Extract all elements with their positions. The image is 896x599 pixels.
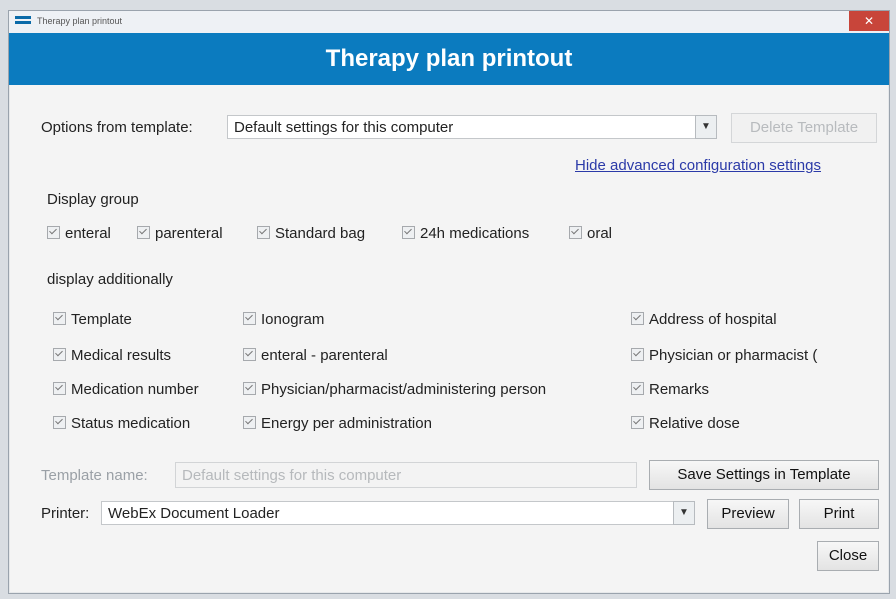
checkbox-label: 24h medications bbox=[420, 225, 530, 242]
save-settings-button[interactable]: Save Settings in Template bbox=[649, 460, 879, 490]
checkbox-label: Address of hospital bbox=[649, 311, 777, 328]
checkmark-icon bbox=[631, 312, 644, 325]
checkmark-icon bbox=[631, 416, 644, 429]
window-close-button[interactable]: ✕ bbox=[849, 11, 889, 31]
checkbox-label: Ionogram bbox=[261, 311, 325, 328]
checkbox-label: Energy per administration bbox=[261, 415, 432, 432]
dialog-header: Therapy plan printout bbox=[9, 33, 889, 85]
display-additionally-label: display additionally bbox=[47, 271, 173, 288]
checkbox-label: oral bbox=[587, 225, 613, 242]
checkbox-parenteral[interactable]: parenteral bbox=[137, 225, 223, 242]
checkbox-label: Remarks bbox=[649, 381, 710, 398]
chevron-down-icon[interactable]: ▼ bbox=[673, 501, 695, 525]
window-title: Therapy plan printout bbox=[37, 16, 123, 26]
preview-button[interactable]: Preview bbox=[707, 499, 789, 529]
template-name-value: Default settings for this computer bbox=[182, 467, 402, 484]
template-name-label: Template name: bbox=[41, 467, 148, 484]
print-button[interactable]: Print bbox=[799, 499, 879, 529]
checkbox-address-of-hospital[interactable]: Address of hospital bbox=[631, 311, 777, 328]
checkmark-icon bbox=[53, 312, 66, 325]
checkbox-ionogram[interactable]: Ionogram bbox=[243, 311, 324, 328]
checkbox-label: Physician or pharmacist ( bbox=[649, 347, 818, 364]
checkbox-label: Status medication bbox=[71, 415, 191, 432]
dialog-window: Therapy plan printout ✕ Therapy plan pri… bbox=[8, 10, 890, 594]
checkbox-label: Physician/pharmacist/administering perso… bbox=[261, 381, 547, 398]
checkbox-enteral[interactable]: enteral bbox=[47, 225, 111, 242]
checkmark-icon bbox=[53, 416, 66, 429]
checkmark-icon bbox=[243, 382, 256, 395]
checkmark-icon bbox=[569, 226, 582, 239]
checkmark-icon bbox=[631, 382, 644, 395]
checkbox-physician-or-pharmacist[interactable]: Physician or pharmacist ( bbox=[631, 347, 817, 364]
template-select-value: Default settings for this computer bbox=[234, 119, 454, 136]
template-name-input[interactable]: Default settings for this computer bbox=[175, 462, 637, 488]
template-select[interactable]: Default settings for this computer ▼ bbox=[227, 115, 717, 139]
checkbox-label: enteral - parenteral bbox=[261, 347, 388, 364]
printer-label: Printer: bbox=[41, 505, 90, 522]
checkbox-energy-per-administration[interactable]: Energy per administration bbox=[243, 415, 432, 432]
delete-template-button[interactable]: Delete Template bbox=[731, 113, 877, 143]
checkmark-icon bbox=[402, 226, 415, 239]
checkmark-icon bbox=[243, 348, 256, 361]
checkbox-medication-number[interactable]: Medication number bbox=[53, 381, 199, 398]
checkbox-remarks[interactable]: Remarks bbox=[631, 381, 709, 398]
checkbox-label: Template bbox=[71, 311, 132, 328]
checkmark-icon bbox=[47, 226, 60, 239]
close-button[interactable]: Close bbox=[817, 541, 879, 571]
app-icon bbox=[15, 16, 31, 28]
title-bar: Therapy plan printout ✕ bbox=[9, 11, 889, 34]
display-group-label: Display group bbox=[47, 191, 139, 208]
checkbox-medical-results[interactable]: Medical results bbox=[53, 347, 171, 364]
checkbox-label: parenteral bbox=[155, 225, 223, 242]
checkbox-standard-bag[interactable]: Standard bag bbox=[257, 225, 365, 242]
hide-advanced-link[interactable]: Hide advanced configuration settings bbox=[575, 157, 821, 174]
printer-select[interactable]: WebEx Document Loader ▼ bbox=[101, 501, 695, 525]
checkbox-enteral-parenteral[interactable]: enteral - parenteral bbox=[243, 347, 388, 364]
checkbox-label: Standard bag bbox=[275, 225, 366, 242]
checkbox-24h-medications[interactable]: 24h medications bbox=[402, 225, 529, 242]
printer-select-value: WebEx Document Loader bbox=[108, 505, 280, 522]
checkbox-status-medication[interactable]: Status medication bbox=[53, 415, 190, 432]
checkmark-icon bbox=[53, 382, 66, 395]
checkbox-label: Relative dose bbox=[649, 415, 740, 432]
checkmark-icon bbox=[53, 348, 66, 361]
checkmark-icon bbox=[137, 226, 150, 239]
checkbox-label: Medical results bbox=[71, 347, 172, 364]
checkmark-icon bbox=[243, 416, 256, 429]
checkbox-physician-pharmacist[interactable]: Physician/pharmacist/administering perso… bbox=[243, 381, 546, 398]
chevron-down-icon[interactable]: ▼ bbox=[695, 115, 717, 139]
checkmark-icon bbox=[257, 226, 270, 239]
checkmark-icon bbox=[631, 348, 644, 361]
checkbox-label: enteral bbox=[65, 225, 111, 242]
checkmark-icon bbox=[243, 312, 256, 325]
checkbox-label: Medication number bbox=[71, 381, 199, 398]
checkbox-template[interactable]: Template bbox=[53, 311, 132, 328]
checkbox-relative-dose[interactable]: Relative dose bbox=[631, 415, 740, 432]
checkbox-oral[interactable]: oral bbox=[569, 225, 612, 242]
options-label: Options from template: bbox=[41, 119, 193, 136]
